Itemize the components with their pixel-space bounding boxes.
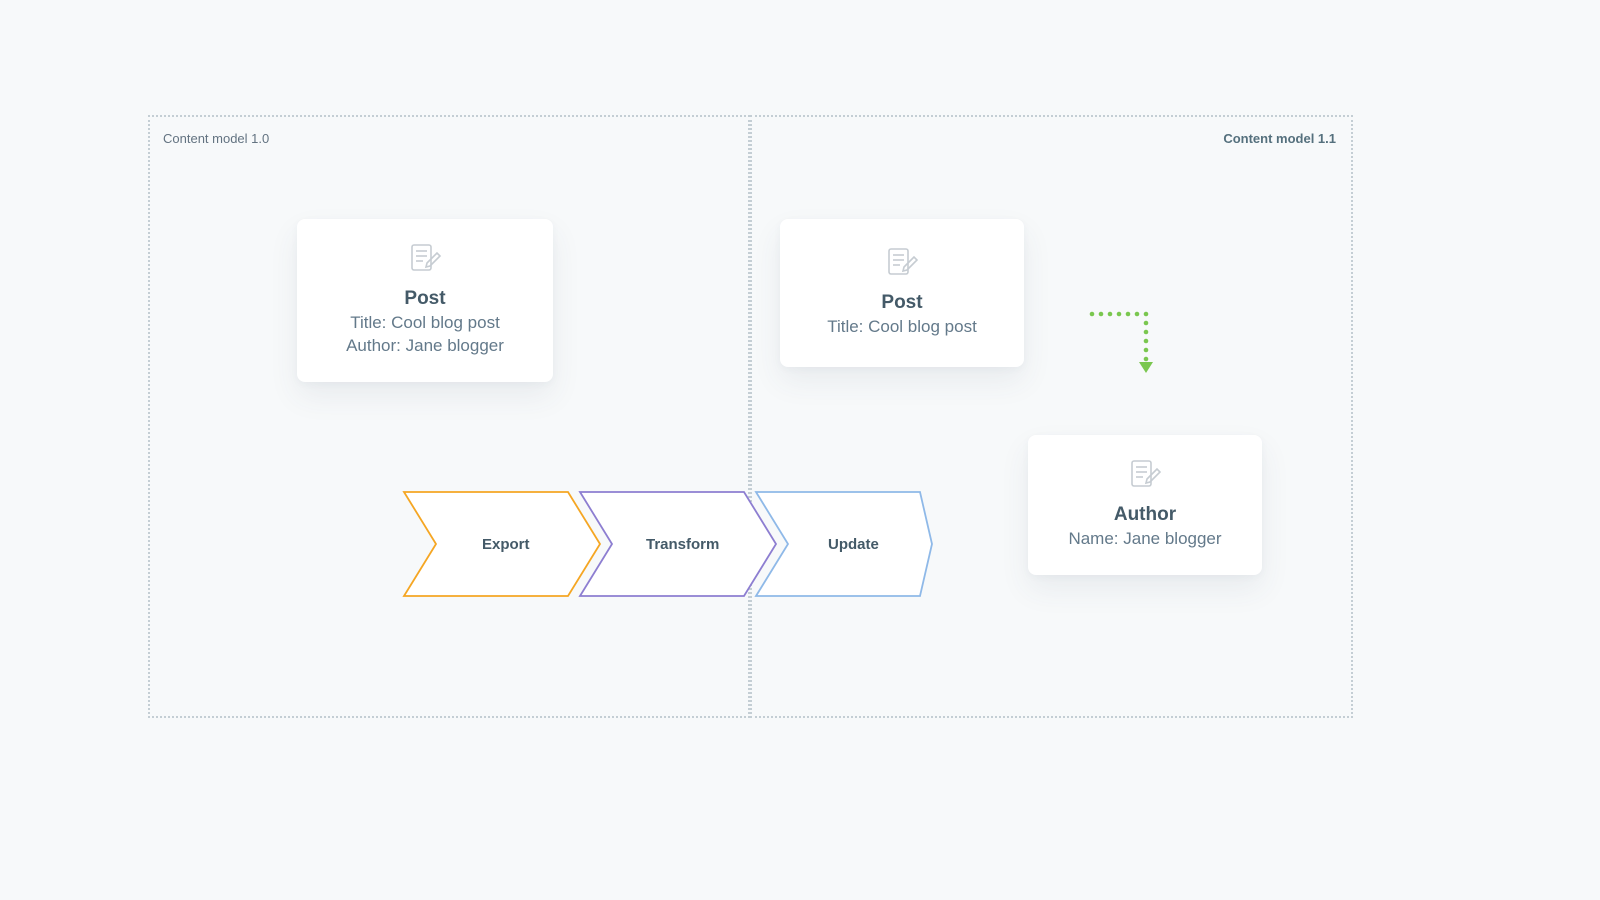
card-title: Author <box>1114 504 1176 526</box>
card-field-title: Title: Cool blog post <box>827 316 977 339</box>
panel-content-model-1-1 <box>750 115 1353 718</box>
card-field-title: Title: Cool blog post <box>350 312 500 335</box>
card-field-author: Author: Jane blogger <box>346 335 504 358</box>
document-edit-icon <box>1127 459 1163 496</box>
panel-label-right: Content model 1.1 <box>1223 131 1336 146</box>
card-title: Post <box>404 288 445 310</box>
document-edit-icon <box>407 243 443 280</box>
card-title: Post <box>881 292 922 314</box>
document-edit-icon <box>884 247 920 284</box>
panel-label-left: Content model 1.0 <box>163 131 269 146</box>
pipeline-steps: Export Transform Update <box>400 490 935 598</box>
diagram-canvas: Content model 1.0 Content model 1.1 Post… <box>0 0 1600 900</box>
card-post-left: Post Title: Cool blog post Author: Jane … <box>297 219 553 382</box>
card-post-right: Post Title: Cool blog post <box>780 219 1024 367</box>
card-author: Author Name: Jane blogger <box>1028 435 1262 575</box>
card-field-name: Name: Jane blogger <box>1068 528 1221 551</box>
panel-content-model-1-0 <box>148 115 750 718</box>
